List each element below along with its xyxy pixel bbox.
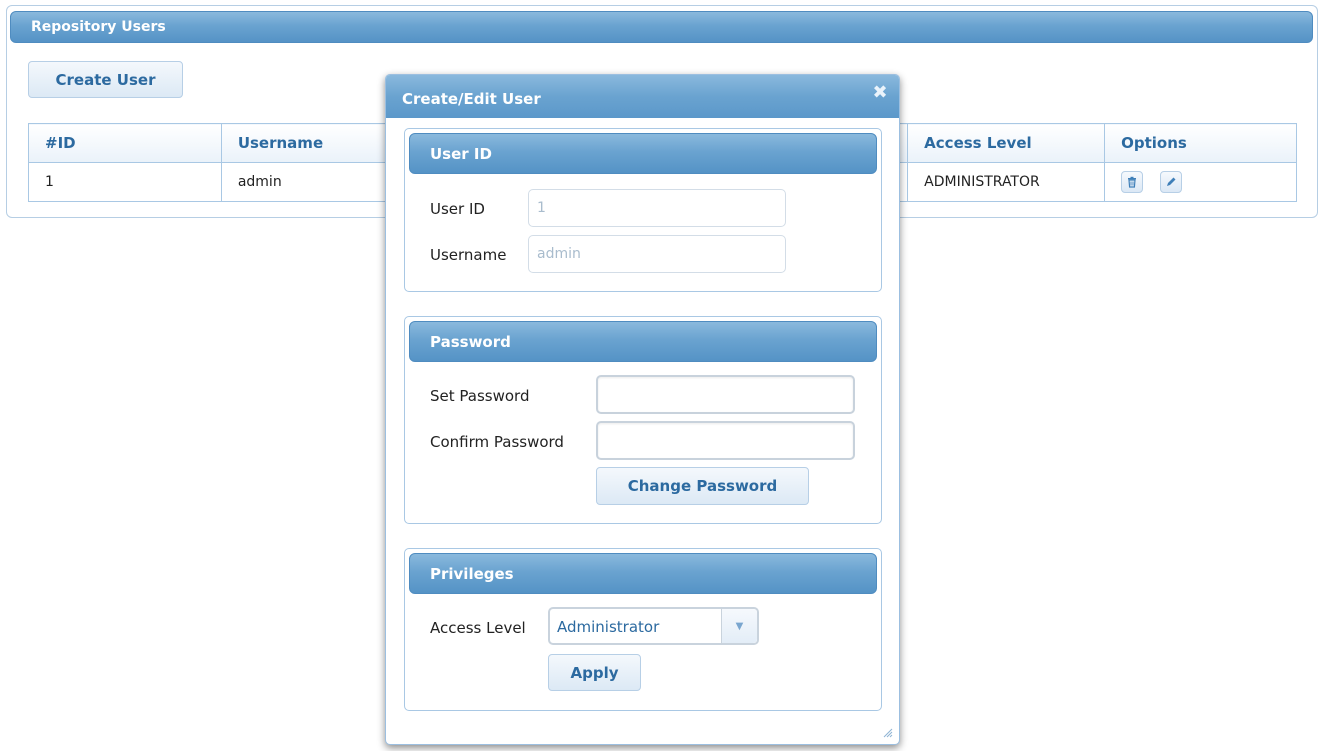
user-id-label: User ID xyxy=(430,200,485,218)
delete-user-button[interactable] xyxy=(1121,171,1144,193)
apply-button[interactable]: Apply xyxy=(548,654,641,691)
confirm-password-field[interactable] xyxy=(596,421,855,460)
set-password-label: Set Password xyxy=(430,387,530,405)
password-section-title: Password xyxy=(409,321,877,362)
password-section: Password Set Password Confirm Password C… xyxy=(404,316,882,524)
create-user-button[interactable]: Create User xyxy=(28,61,183,98)
resize-grip-icon[interactable] xyxy=(881,726,893,738)
privileges-section: Privileges Access Level Administrator ▼ … xyxy=(404,548,882,711)
edit-user-button[interactable] xyxy=(1159,171,1182,193)
column-header-access-level[interactable]: Access Level xyxy=(907,123,1106,163)
set-password-field[interactable] xyxy=(596,375,855,414)
panel-title: Repository Users xyxy=(10,11,1313,43)
cell-id: 1 xyxy=(28,162,222,202)
user-id-field xyxy=(528,189,786,227)
chevron-down-icon[interactable]: ▼ xyxy=(721,609,757,643)
cell-options xyxy=(1104,162,1297,202)
change-password-button[interactable]: Change Password xyxy=(596,467,809,505)
dialog-title: Create/Edit User xyxy=(402,90,541,108)
close-icon[interactable]: ✖ xyxy=(871,84,889,102)
create-edit-user-dialog: Create/Edit User ✖ User ID User ID Usern… xyxy=(385,74,900,745)
username-field xyxy=(528,235,786,273)
access-level-selected-value: Administrator xyxy=(557,618,660,636)
access-level-label: Access Level xyxy=(430,619,526,637)
confirm-password-label: Confirm Password xyxy=(430,433,564,451)
column-header-options: Options xyxy=(1104,123,1297,163)
user-id-section: User ID User ID Username xyxy=(404,128,882,292)
cell-access-level: ADMINISTRATOR xyxy=(907,162,1106,202)
user-id-section-title: User ID xyxy=(409,133,877,174)
pencil-icon xyxy=(1166,177,1176,186)
dialog-title-bar[interactable]: Create/Edit User ✖ xyxy=(386,75,899,118)
username-label: Username xyxy=(430,246,507,264)
access-level-select[interactable]: Administrator ▼ xyxy=(548,607,759,645)
trash-icon xyxy=(1128,176,1137,188)
column-header-id[interactable]: #ID xyxy=(28,123,222,163)
privileges-section-title: Privileges xyxy=(409,553,877,594)
